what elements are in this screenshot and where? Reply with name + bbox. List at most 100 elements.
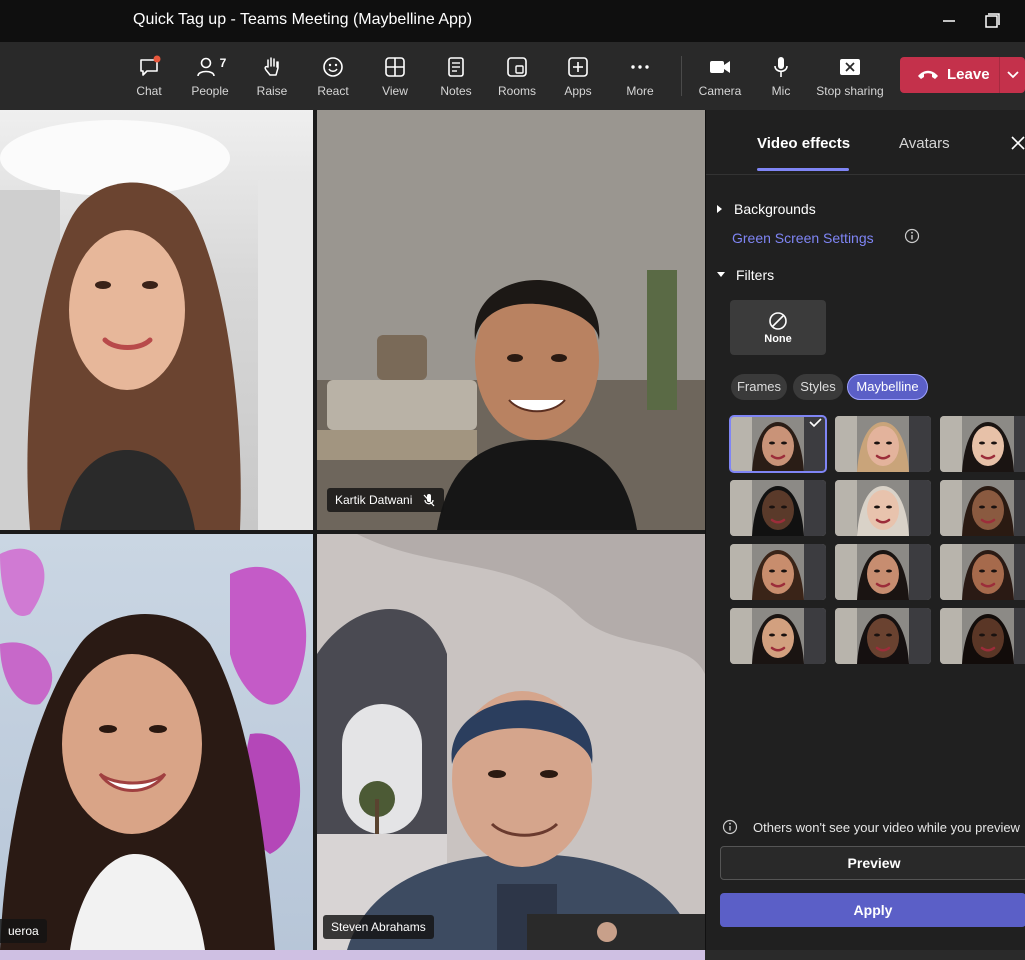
toolbar-divider — [681, 56, 682, 96]
filter-preview-image — [835, 544, 931, 600]
filter-thumbnail[interactable] — [835, 416, 931, 472]
raise-button[interactable]: Raise — [250, 42, 294, 110]
filter-thumbnail[interactable] — [730, 480, 826, 536]
meeting-toolbar: Chat 7 People Raise React View Notes Roo… — [0, 42, 1025, 111]
filter-thumbnail[interactable] — [940, 544, 1025, 600]
filter-none-button[interactable]: None — [730, 300, 826, 355]
stop-sharing-button[interactable]: Stop sharing — [813, 42, 887, 110]
filter-preview-image — [730, 480, 826, 536]
view-button[interactable]: View — [373, 42, 417, 110]
filter-preview-image — [940, 608, 1025, 664]
more-icon — [631, 65, 649, 69]
raise-label: Raise — [256, 84, 288, 98]
stop-sharing-icon — [840, 59, 860, 75]
active-tab-indicator — [757, 168, 849, 171]
none-label: None — [764, 332, 792, 345]
mic-off-icon — [423, 494, 435, 507]
info-icon[interactable] — [904, 228, 920, 244]
people-label: People — [191, 84, 229, 98]
filter-thumbnail[interactable] — [940, 608, 1025, 664]
video-tile-3[interactable]: ueroa — [0, 534, 313, 950]
rooms-icon — [507, 57, 527, 77]
people-count: 7 — [219, 56, 227, 70]
window-title: Quick Tag up - Teams Meeting (Maybelline… — [133, 11, 473, 28]
filter-preview-image — [835, 416, 931, 472]
no-filter-icon — [769, 311, 787, 330]
chat-button[interactable]: Chat — [126, 42, 172, 110]
apps-icon — [568, 57, 588, 77]
filter-thumbnail[interactable] — [940, 480, 1025, 536]
filter-thumbnail[interactable] — [729, 415, 827, 473]
tab-video-effects[interactable]: Video effects — [757, 135, 850, 152]
title-bar: Quick Tag up - Teams Meeting (Maybelline… — [0, 0, 1025, 42]
apps-button[interactable]: Apps — [556, 42, 600, 110]
camera-icon — [710, 61, 730, 73]
panel-bottom-strip — [705, 950, 1025, 960]
participant-name-4: Steven Abrahams — [323, 915, 434, 939]
panel-divider — [706, 174, 1025, 175]
chip-styles[interactable]: Styles — [793, 374, 843, 400]
filter-preview-image — [730, 544, 826, 600]
people-icon — [196, 57, 215, 77]
caret-down-icon — [717, 272, 725, 277]
view-icon — [385, 57, 405, 77]
camera-button[interactable]: Camera — [697, 42, 743, 110]
tab-avatars[interactable]: Avatars — [899, 135, 950, 152]
react-button[interactable]: React — [311, 42, 355, 110]
filters-section-toggle[interactable]: Filters — [716, 267, 774, 283]
filter-thumbnail[interactable] — [730, 608, 826, 664]
people-button[interactable]: 7 People — [186, 42, 234, 110]
more-button[interactable]: More — [618, 42, 662, 110]
video-stage: Kartik Datwani ueroa Steven Abrahams — [0, 110, 705, 950]
participant-name-2: Kartik Datwani — [335, 493, 413, 507]
view-label: View — [382, 84, 408, 98]
notes-button[interactable]: Notes — [434, 42, 478, 110]
chip-frames[interactable]: Frames — [731, 374, 787, 400]
filter-preview-image — [940, 544, 1025, 600]
chat-icon — [140, 55, 161, 76]
backgrounds-section-toggle[interactable]: Backgrounds — [716, 201, 816, 217]
stop-sharing-label: Stop sharing — [816, 84, 884, 98]
notes-icon — [448, 57, 464, 77]
rooms-label: Rooms — [497, 84, 536, 98]
green-screen-link[interactable]: Green Screen Settings — [732, 230, 874, 246]
leave-label: Leave — [947, 66, 990, 83]
video-effects-panel: Video effects Avatars Backgrounds Green … — [705, 110, 1025, 950]
mic-label: Mic — [771, 84, 791, 98]
leave-button[interactable]: Leave — [900, 57, 1025, 93]
notes-label: Notes — [440, 84, 472, 98]
react-icon — [323, 57, 343, 77]
raise-hand-icon — [264, 57, 279, 76]
filter-thumbnail[interactable] — [835, 544, 931, 600]
filter-preview-image — [730, 608, 826, 664]
apply-button[interactable]: Apply — [720, 893, 1025, 927]
filter-preview-image — [835, 608, 931, 664]
caret-right-icon — [717, 205, 722, 213]
filter-thumbnail[interactable] — [730, 544, 826, 600]
video-tile-4[interactable]: Steven Abrahams — [317, 534, 705, 950]
mic-button[interactable]: Mic — [760, 42, 802, 110]
participant-video-1 — [0, 120, 313, 530]
participant-video-4 — [317, 534, 705, 950]
hang-up-icon — [918, 70, 938, 79]
preview-button[interactable]: Preview — [720, 846, 1025, 880]
filter-thumbnail[interactable] — [835, 608, 931, 664]
video-tile-2[interactable]: Kartik Datwani — [317, 110, 705, 530]
chat-label: Chat — [136, 84, 162, 98]
filter-preview-image — [835, 480, 931, 536]
restore-button[interactable] — [978, 8, 1004, 34]
apps-label: Apps — [564, 84, 592, 98]
backgrounds-label: Backgrounds — [734, 201, 816, 217]
filter-thumbnail[interactable] — [835, 480, 931, 536]
chip-maybelline[interactable]: Maybelline — [847, 374, 928, 400]
close-icon[interactable] — [1010, 135, 1025, 151]
mic-icon — [774, 57, 788, 77]
chevron-down-icon[interactable] — [1006, 69, 1020, 81]
minimize-button[interactable] — [936, 8, 962, 34]
rooms-button[interactable]: Rooms — [495, 42, 539, 110]
camera-label: Camera — [698, 84, 742, 98]
caption-strip — [0, 950, 705, 960]
filter-thumbnail[interactable] — [940, 416, 1025, 472]
filter-preview-image — [940, 480, 1025, 536]
video-tile-1[interactable] — [0, 110, 313, 530]
